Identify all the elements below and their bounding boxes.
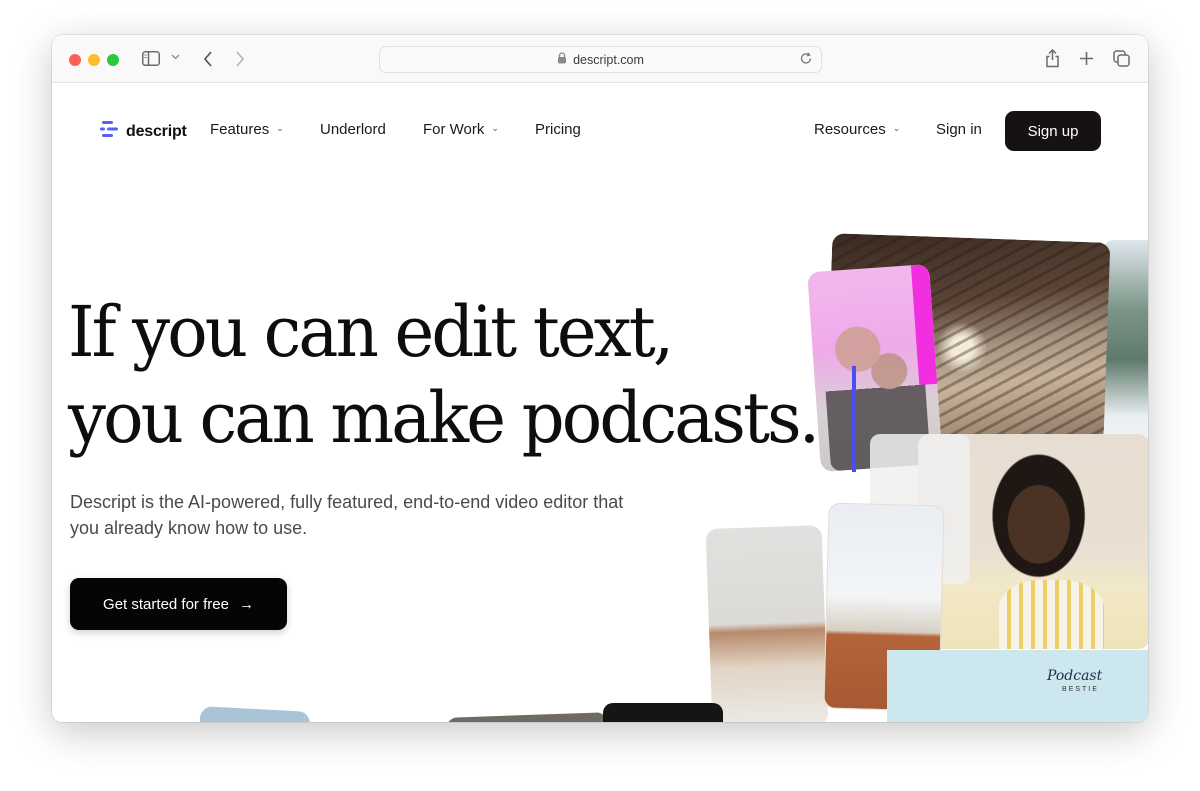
hero-headline: If you can edit text, you can make podca… (68, 289, 848, 461)
get-started-button[interactable]: Get started for free → (70, 578, 287, 630)
chevron-down-icon: ⌄ (892, 123, 901, 133)
headline-line-2: you can make podcasts. (68, 377, 820, 459)
nav-item-pricing[interactable]: Pricing (535, 121, 581, 138)
share-icon[interactable] (1045, 49, 1060, 68)
sign-up-label: Sign up (1027, 122, 1079, 140)
podcast-bestie-banner: Podcast BESTIE (887, 650, 1148, 722)
podcast-logo-subtext: BESTIE (1062, 686, 1099, 693)
nav-item-underlord[interactable]: Underlord (320, 121, 386, 138)
nav-item-for-work[interactable]: For Work ⌄ (423, 121, 499, 138)
page-content: descript Features ⌄ Underlord For Work ⌄… (52, 84, 1148, 722)
hero-subtext: Descript is the AI-powered, fully featur… (70, 492, 624, 538)
nav-item-label: Underlord (320, 121, 386, 138)
tabs-overview-icon[interactable] (1113, 50, 1130, 67)
text-cursor-accent (852, 366, 856, 472)
new-tab-icon[interactable] (1079, 51, 1094, 66)
chevron-down-icon[interactable] (171, 54, 180, 60)
chevron-down-icon: ⌄ (276, 123, 284, 133)
chevron-down-icon: ⌄ (491, 123, 499, 133)
nav-item-label: Resources (814, 121, 886, 138)
close-window-button[interactable] (69, 54, 81, 66)
cta-label: Get started for free (103, 595, 229, 613)
forward-icon[interactable] (235, 51, 245, 67)
nav-item-label: Features (210, 121, 270, 138)
bottom-thumbnail (446, 712, 608, 722)
podcast-logo-text: Podcast (1047, 668, 1103, 684)
nav-item-label: For Work (423, 121, 485, 138)
sign-in-link[interactable]: Sign in (936, 121, 982, 138)
sign-in-label: Sign in (936, 121, 982, 138)
logo-text: descript (126, 122, 187, 140)
site-nav: descript Features ⌄ Underlord For Work ⌄… (52, 84, 1148, 179)
arrow-right-icon: → (238, 595, 254, 613)
pottery-hands-image (705, 525, 829, 722)
sign-up-button[interactable]: Sign up (1005, 111, 1101, 151)
descript-logo-icon (100, 119, 120, 144)
nav-item-resources[interactable]: Resources ⌄ (814, 121, 900, 138)
address-bar[interactable]: descript.com (379, 46, 822, 73)
reload-icon[interactable] (800, 52, 813, 69)
minimize-window-button[interactable] (88, 54, 100, 66)
nav-item-label: Pricing (535, 121, 581, 138)
bottom-thumbnail (199, 706, 311, 722)
back-icon[interactable] (203, 51, 213, 67)
browser-window: descript.com descript Features ⌄ Underlo… (52, 35, 1148, 722)
browser-toolbar: descript.com (52, 35, 1148, 83)
fullscreen-window-button[interactable] (107, 54, 119, 66)
bottom-thumbnail (603, 703, 723, 722)
descript-logo-link[interactable]: descript (100, 119, 187, 144)
url-text: descript.com (573, 52, 644, 67)
lock-icon (557, 52, 567, 67)
nav-item-features[interactable]: Features ⌄ (210, 121, 284, 138)
sidebar-icon[interactable] (142, 51, 160, 66)
headline-line-1: If you can edit text, (68, 291, 674, 373)
